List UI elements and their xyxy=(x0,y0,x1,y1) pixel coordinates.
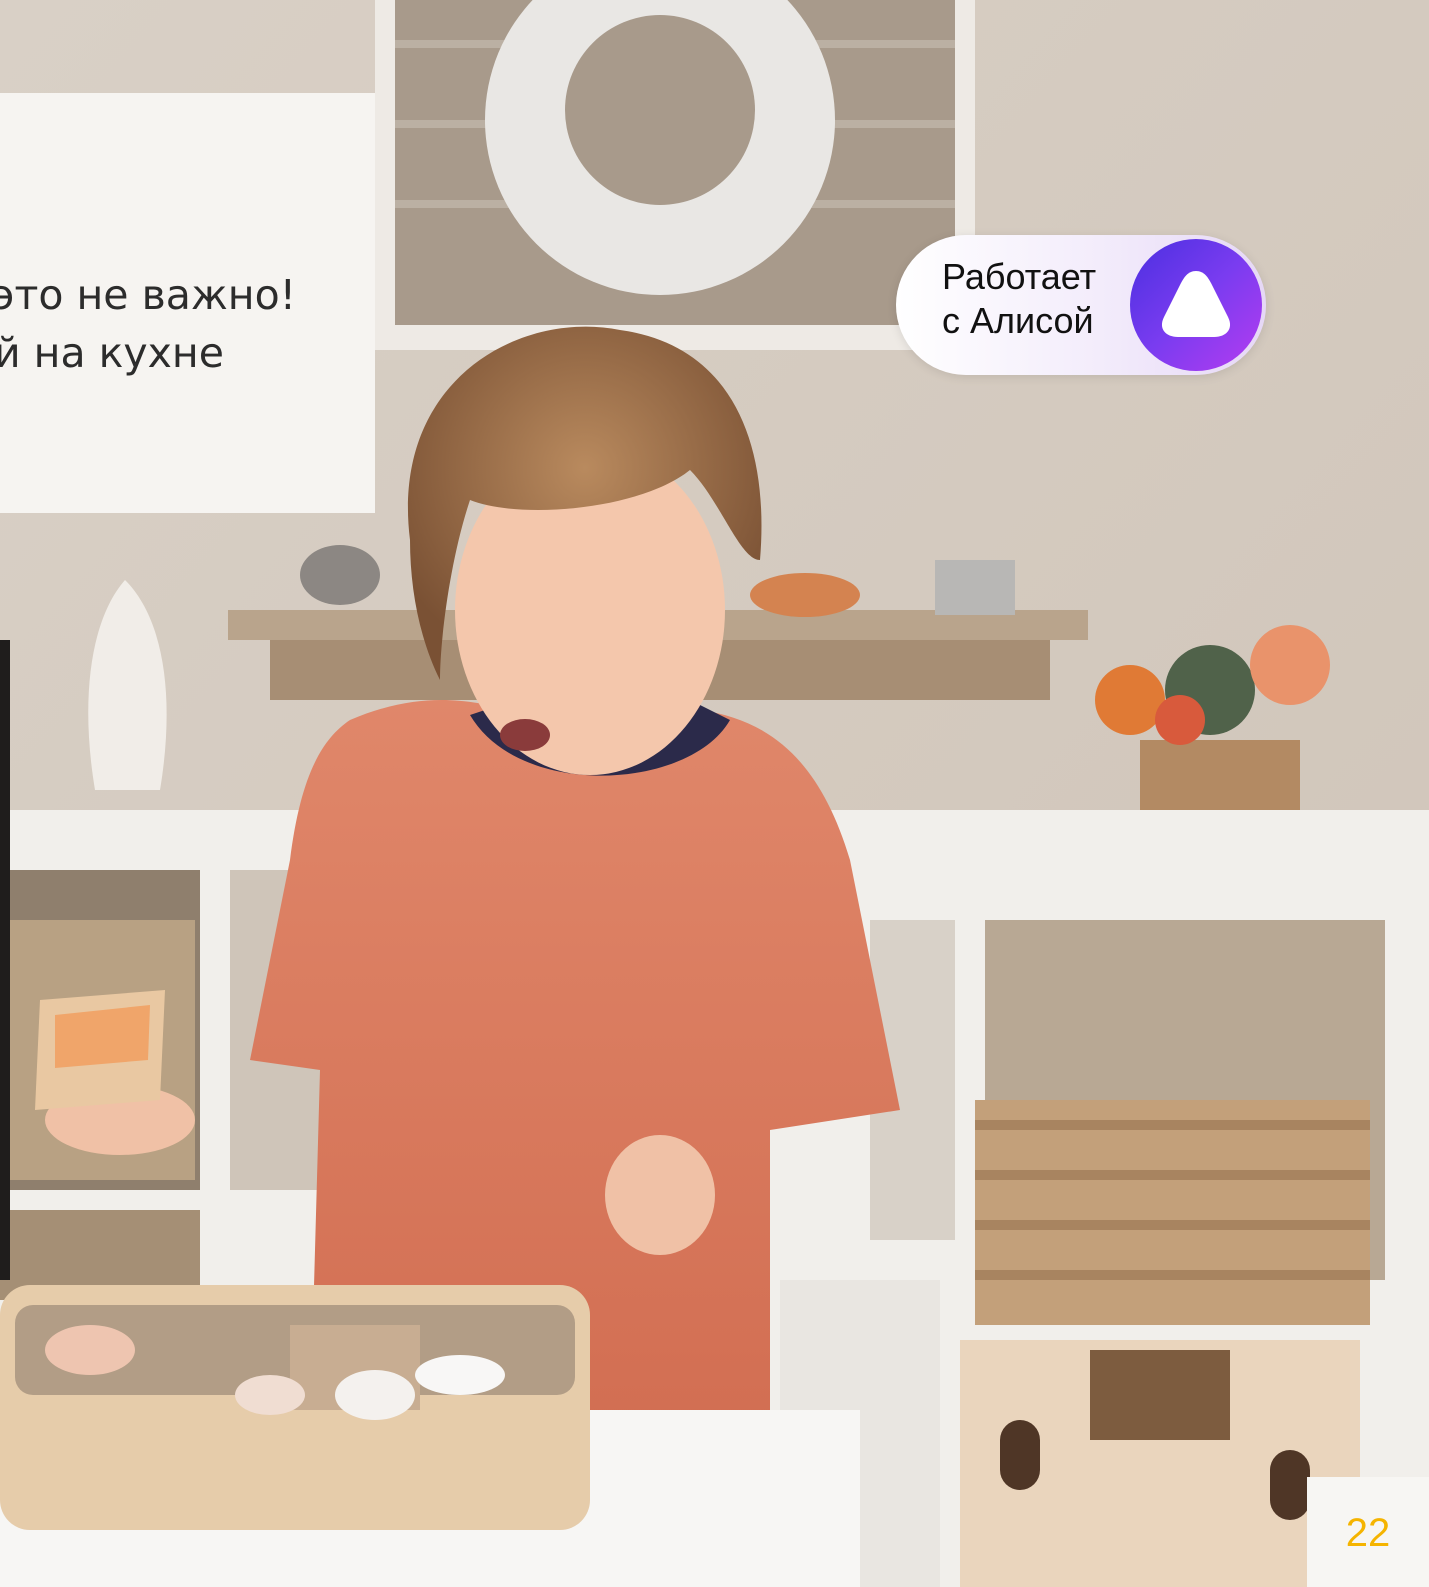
alice-triangle-icon xyxy=(1130,239,1262,371)
text-card-line-1: это не важно! xyxy=(0,271,297,319)
alice-badge-line-1: Работает xyxy=(942,256,1097,297)
wooden-castle-toy xyxy=(960,1340,1360,1587)
page-number-tab: 22 xyxy=(1307,1477,1429,1587)
device-edge xyxy=(0,640,10,1280)
page-number: 22 xyxy=(1345,1511,1391,1555)
text-card: это не важно! й на кухне xyxy=(0,93,375,513)
alice-badge-label: Работает с Алисой xyxy=(942,255,1122,343)
mouth xyxy=(500,719,550,751)
hand-right xyxy=(605,1135,715,1255)
sand-tray xyxy=(0,1285,590,1530)
framed-wreath-picture xyxy=(375,0,975,350)
text-card-line-2: й на кухне xyxy=(0,329,224,377)
alice-badge-line-2: с Алисой xyxy=(942,300,1094,341)
alice-badge: Работает с Алисой xyxy=(896,235,1266,375)
